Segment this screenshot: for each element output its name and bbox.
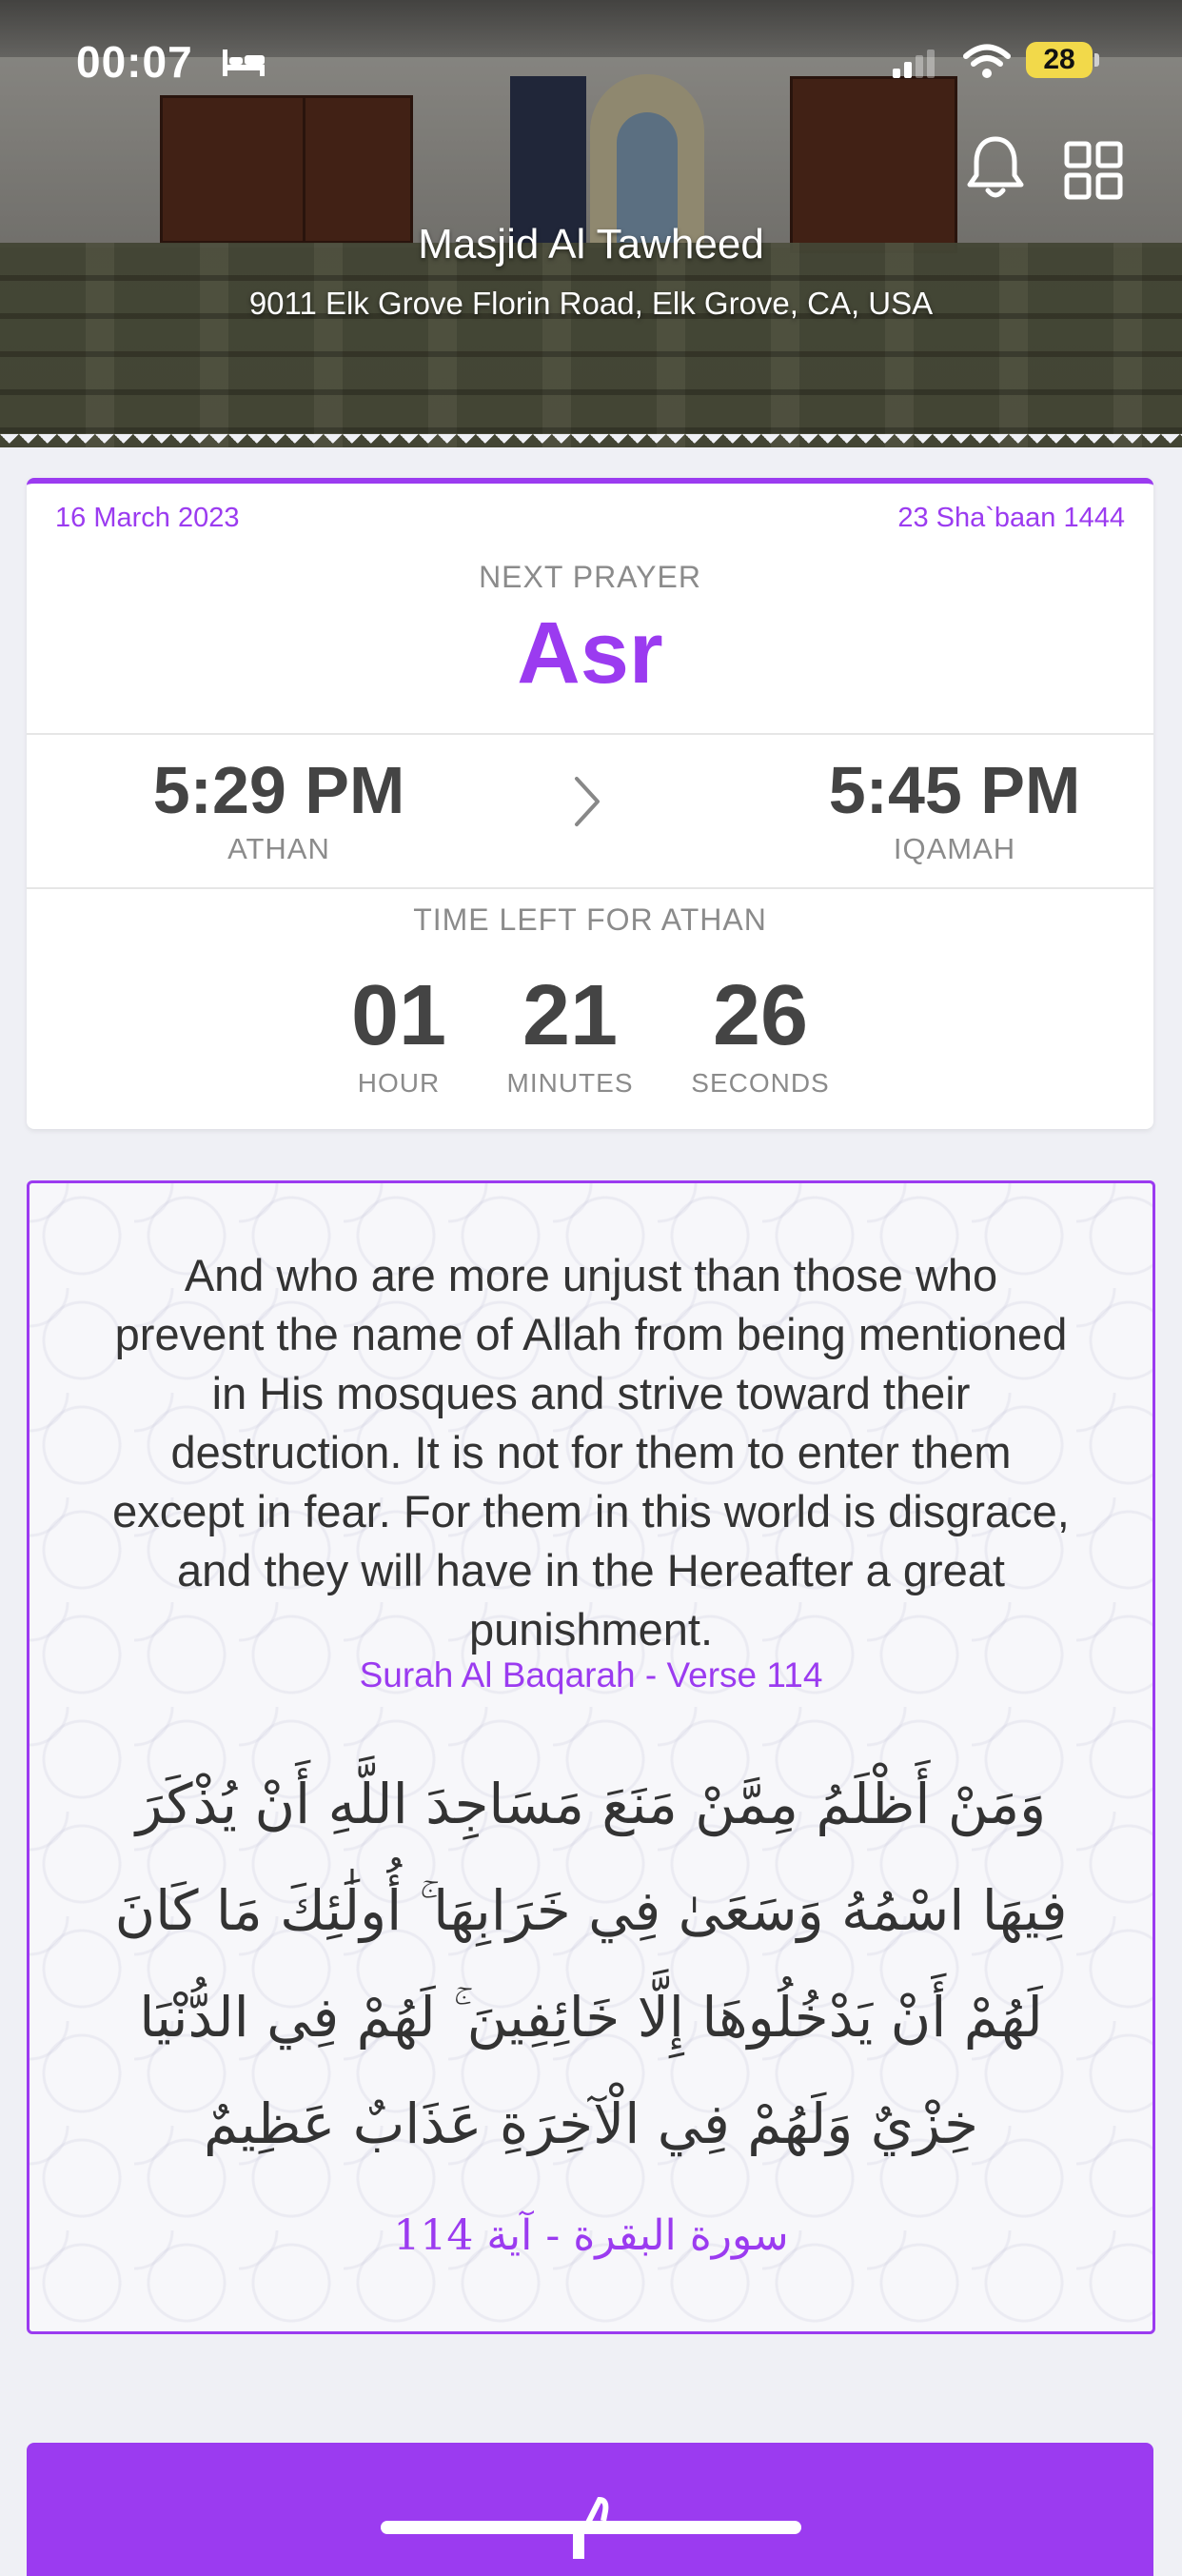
hijri-date: 23 Sha`baan 1444 (897, 503, 1125, 533)
next-prayer-card[interactable]: 16 March 2023 23 Sha`baan 1444 NEXT PRAY… (27, 478, 1153, 1129)
zigzag-edge (0, 434, 1182, 447)
home-indicator[interactable] (381, 2521, 801, 2534)
grid-icon[interactable] (1064, 141, 1123, 200)
gregorian-date: 16 March 2023 (55, 503, 240, 533)
battery-cap (1094, 53, 1099, 67)
divider (27, 887, 1153, 889)
verse-arabic-reference: سورة البقرة - آية 114 (393, 2211, 789, 2260)
next-prayer-name: Asr (517, 604, 663, 702)
bell-icon[interactable] (965, 133, 1026, 202)
status-time: 00:07 (76, 37, 193, 87)
verse-reference: Surah Al Baqarah - Verse 114 (359, 1655, 823, 1694)
divider (27, 733, 1153, 735)
battery-indicator: 28 (1026, 42, 1093, 78)
sleep-focus-icon (223, 50, 265, 76)
wifi-icon (963, 44, 1011, 78)
verse-english: And who are more unjust than those who p… (112, 1250, 1070, 1655)
chevron-right-icon (575, 777, 600, 826)
countdown-seconds: 26 (712, 968, 809, 1063)
iqamah-label: IQAMAH (893, 832, 1016, 865)
time-left-label: TIME LEFT FOR ATHAN (413, 902, 767, 937)
countdown-minutes-label: MINUTES (506, 1068, 634, 1098)
next-prayer-label: NEXT PRAYER (479, 560, 701, 594)
countdown-hours-label: HOUR (357, 1068, 441, 1098)
athan-label: ATHAN (227, 832, 330, 865)
masjid-address: 9011 Elk Grove Florin Road, Elk Grove, C… (248, 286, 934, 321)
masjid-name: Masjid Al Tawheed (418, 221, 764, 268)
countdown-seconds-label: SECONDS (691, 1068, 830, 1098)
verse-card[interactable]: And who are more unjust than those who p… (27, 1180, 1155, 2334)
battery-level: 28 (1043, 44, 1075, 75)
countdown-hours: 01 (350, 968, 447, 1063)
countdown-minutes: 21 (522, 968, 619, 1063)
iqamah-time: 5:45 PM (828, 753, 1081, 827)
cellular-signal-icon (893, 50, 935, 78)
verse-arabic: وَمَنْ أَظْلَمُ مِمَّنْ مَنَعَ مَسَاجِدَ… (114, 1772, 1068, 2156)
athan-time: 5:29 PM (152, 753, 405, 827)
